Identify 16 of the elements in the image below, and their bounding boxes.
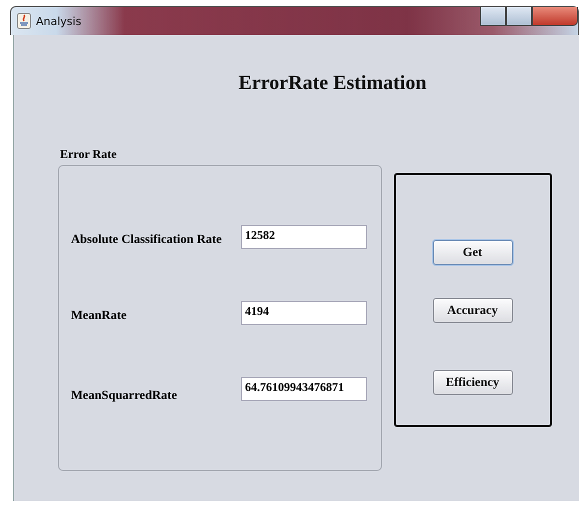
maximize-button[interactable] [506,7,532,26]
field-label: MeanSquarredRate [71,388,178,403]
close-button[interactable] [532,7,578,26]
field-label: Absolute Classification Rate [71,232,223,247]
input-field[interactable]: 12582 [241,225,367,249]
input-field[interactable]: 4194 [241,301,367,325]
field-label: MeanRate [71,308,128,323]
action-button[interactable]: Accuracy [432,298,512,323]
group-title: Error Rate [60,147,117,162]
heading: ErrorRate Estimation [238,72,428,95]
window-title: Analysis [36,14,82,28]
input-field[interactable]: 64.76109943476871 [241,377,367,401]
app-icon [17,13,31,29]
action-button[interactable]: Get [432,240,512,265]
action-button[interactable]: Efficiency [432,370,512,395]
minimize-button[interactable] [480,7,506,26]
